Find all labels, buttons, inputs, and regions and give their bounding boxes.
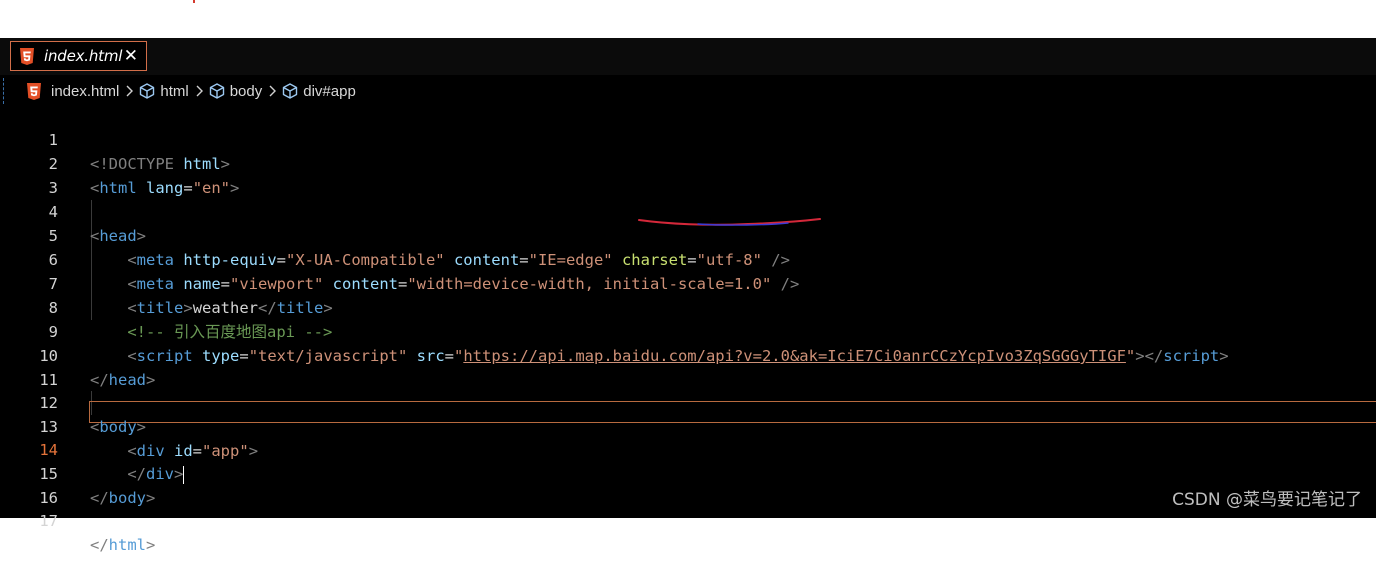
code-line: 13 <div id="app"> [0,391,1376,460]
code-line: 12 <body> [0,367,1376,436]
chevron-right-icon [196,85,203,97]
html5-icon [27,82,41,100]
code-line: 6 <meta name="viewport" content="width=d… [0,224,1376,293]
cube-icon [283,83,298,99]
token: html [108,536,146,554]
breadcrumb-label: div#app [303,82,356,100]
breadcrumb-item-div-app[interactable]: div#app [281,82,356,100]
breadcrumb-label: body [229,82,263,100]
code-line: 4 <head> [0,176,1376,245]
code-line: 7 <title>weather</title> [0,248,1376,317]
code-editor: index.html ✕ index.html html body div#ap… [0,38,1376,554]
close-icon[interactable]: ✕ [124,47,138,65]
code-line: 15 </body> [0,438,1376,507]
cube-icon [140,83,155,99]
breadcrumb-edge [3,78,5,104]
code-line: 8 <!-- 引入百度地图api --> [0,272,1376,341]
tab-label: index.html [44,47,123,65]
breadcrumb-item-body[interactable]: body [208,82,263,100]
code-line: 11 [0,344,1376,389]
code-line: 1 <!DOCTYPE html> [0,104,1376,173]
token: </ [90,536,109,554]
breadcrumb-label: html [160,82,189,100]
code-line: 10 </head> [0,320,1376,389]
line-number: 17 [39,512,58,530]
breadcrumb-item-file[interactable]: index.html [0,82,120,100]
red-underline-annotation [638,218,821,226]
tab-bar: index.html ✕ [0,38,1376,75]
code-line: 2 <html lang="en"> [0,128,1376,197]
breadcrumb-item-html[interactable]: html [138,82,189,100]
red-dot-mark [193,0,195,3]
line-text: </html> [90,533,155,557]
code-line: 3 [0,152,1376,197]
tab-index-html[interactable]: index.html ✕ [10,41,147,71]
code-line-active: 14 </div> [0,414,1376,484]
chevron-right-icon [269,85,277,97]
code-line: 16 [0,462,1376,507]
breadcrumb-label: index.html [51,82,120,100]
html5-icon [20,47,34,65]
token: > [146,536,156,554]
watermark: CSDN @菜鸟要记笔记了 [1172,490,1362,510]
code-line: 9 <script type="text/javascript" src="ht… [0,296,1376,365]
cube-icon [209,83,224,99]
code-area[interactable]: 1 <!DOCTYPE html> 2 <html lang="en"> 3 4… [0,104,1376,554]
page-top-strip [0,0,1376,38]
chevron-right-icon [126,85,134,97]
code-line: 17 </html> [0,485,1376,554]
breadcrumb: index.html html body div#app [0,78,1376,104]
